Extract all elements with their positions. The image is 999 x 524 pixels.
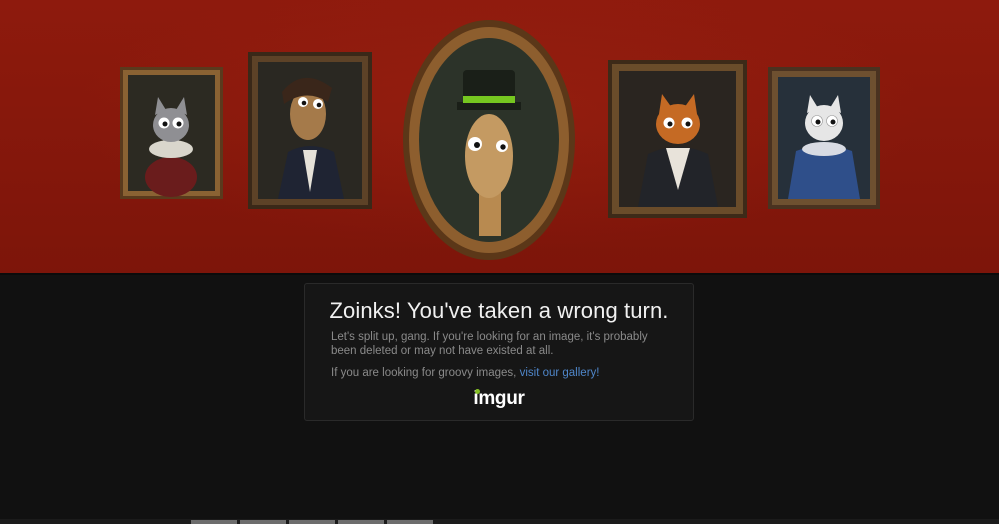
banner-divider <box>0 273 999 275</box>
error-panel: Zoinks! You've taken a wrong turn. Let's… <box>304 283 694 421</box>
error-message: Let's split up, gang. If you're looking … <box>331 331 648 357</box>
imgur-logo[interactable]: i mgur <box>305 388 693 410</box>
giraffe-portrait-icon <box>401 16 577 264</box>
cat-portrait-icon <box>768 67 880 209</box>
bottom-tab <box>289 520 335 524</box>
error-heading: Zoinks! You've taken a wrong turn. <box>329 298 669 323</box>
bottom-tab <box>387 520 433 524</box>
bottom-tab <box>240 520 286 524</box>
bottom-strip <box>0 519 999 524</box>
gallery-suggestion-text: If you are looking for groovy images, <box>331 367 520 379</box>
ferret-portrait-icon <box>248 52 372 209</box>
visit-gallery-link[interactable]: visit our gallery! <box>520 367 600 379</box>
cat-portrait-icon <box>120 67 223 199</box>
portrait-banner <box>0 0 999 274</box>
cat-portrait-icon <box>608 60 747 218</box>
bottom-tab <box>338 520 384 524</box>
gallery-suggestion: If you are looking for groovy images, vi… <box>331 366 676 380</box>
bottom-tab <box>191 520 237 524</box>
